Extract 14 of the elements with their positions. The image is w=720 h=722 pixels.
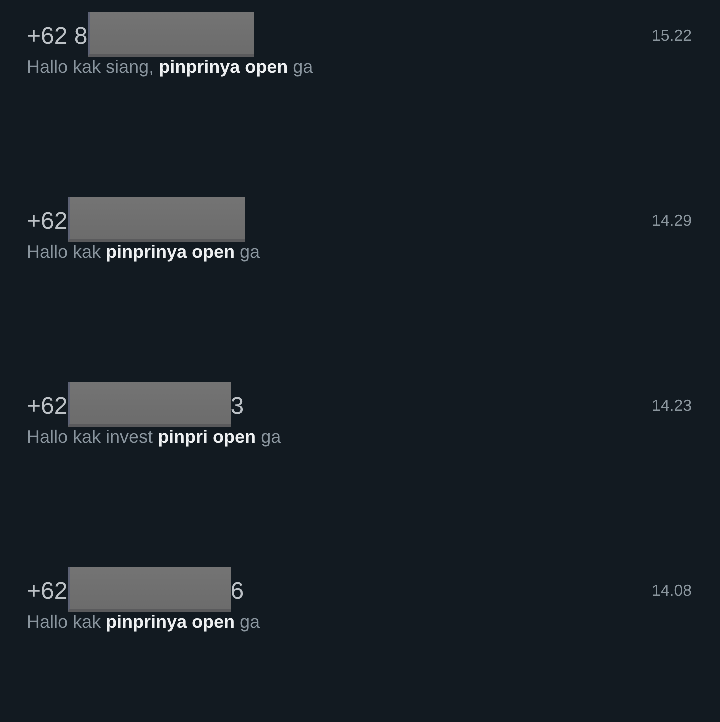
- contact-number-end: 6: [230, 578, 244, 606]
- message-time: 15.22: [652, 27, 692, 47]
- contact-number: +62: [27, 393, 68, 421]
- contact-number: +62: [27, 578, 68, 606]
- message-time: 14.23: [652, 397, 692, 417]
- message-preview: Hallo kak pinprinya open ga: [27, 611, 260, 633]
- contact-number: +62 8: [27, 23, 88, 51]
- contact-number: +62: [27, 208, 68, 236]
- message-time: 14.08: [652, 582, 692, 602]
- message-time: 14.29: [652, 212, 692, 232]
- message-preview: Hallo kak siang, pinprinya open ga: [27, 56, 314, 78]
- message-preview: Hallo kak pinprinya open ga: [27, 241, 260, 263]
- message-preview: Hallo kak invest pinpri open ga: [27, 426, 282, 448]
- contact-number-end: 3: [230, 393, 244, 421]
